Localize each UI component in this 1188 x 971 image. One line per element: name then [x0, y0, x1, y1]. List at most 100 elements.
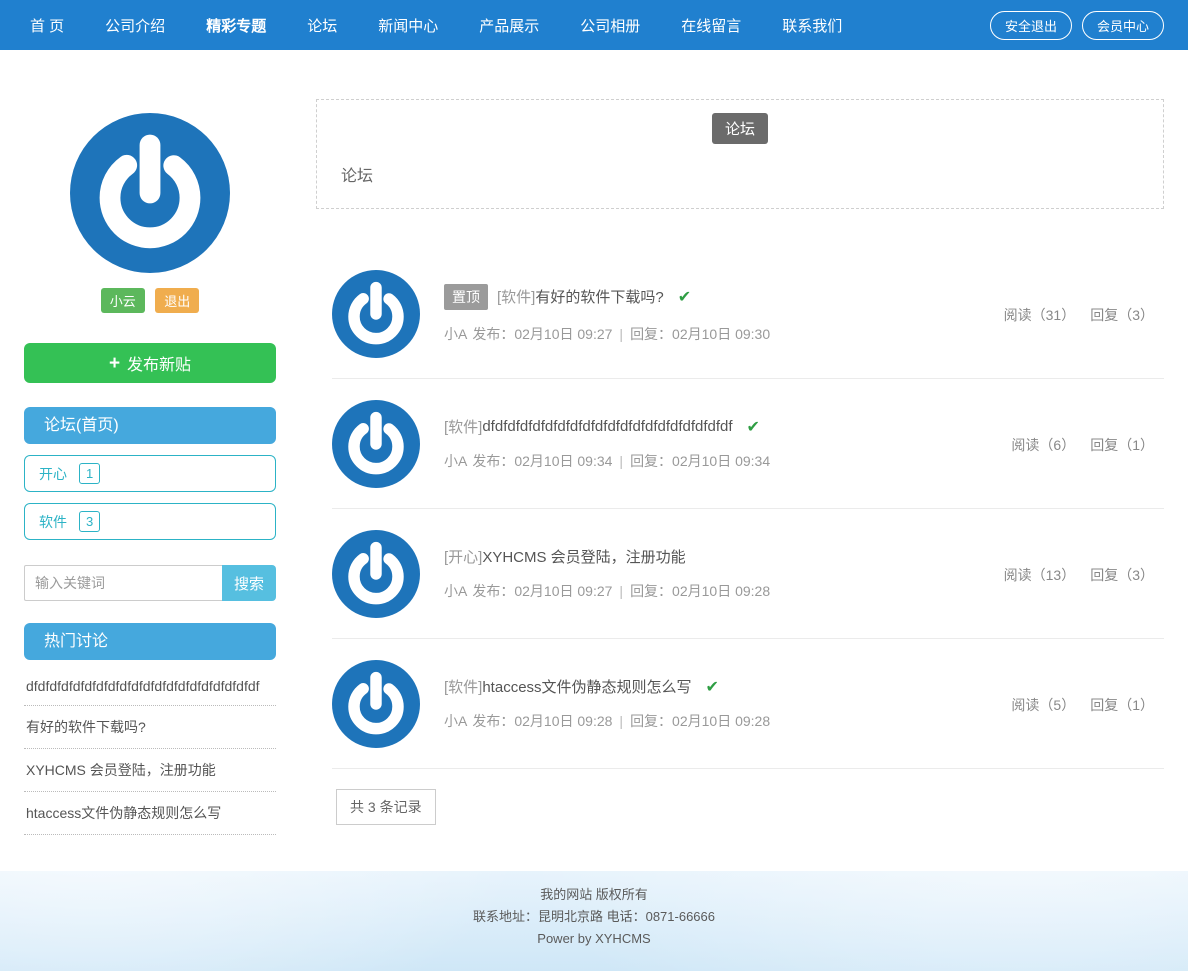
read-count: 阅读（13） [1003, 567, 1076, 583]
post-category: [开心] [444, 549, 483, 566]
nav-menu-item[interactable]: 论坛 [301, 15, 343, 36]
search-button[interactable]: 搜索 [222, 565, 276, 601]
page-content: 小云 退出 + 发布新贴 论坛(首页) 开心 1 软件 3 搜索 [24, 50, 1164, 835]
post-title-link[interactable]: dfdfdfdfdfdfdfdfdfdfdfdfdfdfdfdfdfdfdfdf [482, 418, 732, 435]
member-center-button[interactable]: 会员中心 [1081, 10, 1164, 40]
post-stats: 阅读（5） 回复（1） [1011, 695, 1154, 715]
reply-count: 回复（1） [1090, 697, 1154, 713]
post-category: [软件] [444, 419, 483, 436]
search-bar: 搜索 [24, 565, 276, 601]
post-stats: 阅读（13） 回复（3） [1004, 565, 1154, 585]
post-author: 小A [444, 713, 468, 729]
category-list: 开心 1 软件 3 [24, 455, 276, 540]
post-main: 置顶 [软件] 有好的软件下载吗? ✔ 小A 发布：02月10日 09:27 | 回复… [444, 283, 770, 344]
check-icon: ✔ [677, 288, 692, 306]
read-count: 阅读（5） [1011, 697, 1076, 713]
post-title-line: [软件] htaccess文件伪静态规则怎么写 ✔ [444, 676, 770, 697]
post-publish-time: 发布：02月10日 09:27 [472, 583, 613, 599]
hot-topic-item[interactable]: dfdfdfdfdfdfdfdfdfdfdfdfdfdfdfdfdfdfdfdf [24, 667, 276, 706]
post-author-avatar [332, 529, 420, 618]
post-meta: 小A 发布：02月10日 09:27 | 回复：02月10日 09:30 [444, 324, 770, 344]
post-author: 小A [444, 453, 468, 469]
meta-divider: | [619, 583, 624, 599]
post-title-link[interactable]: XYHCMS 会员登陆，注册功能 [482, 546, 685, 567]
reply-count: 回复（3） [1090, 307, 1154, 323]
post-publish-time: 发布：02月10日 09:27 [472, 325, 613, 342]
nav-account-actions: 安全退出 会员中心 [989, 10, 1164, 40]
nav-menu-item[interactable]: 公司介绍 [99, 15, 171, 36]
hot-topic-item[interactable]: 有好的软件下载吗? [24, 706, 276, 749]
post-main: [软件] dfdfdfdfdfdfdfdfdfdfdfdfdfdfdfdfdfd… [444, 416, 770, 471]
reply-count: 回复（3） [1090, 567, 1154, 583]
check-icon: ✔ [746, 418, 760, 436]
nav-menu-item[interactable]: 在线留言 [675, 15, 747, 36]
post-title-link[interactable]: htaccess文件伪静态规则怎么写 [482, 676, 691, 697]
post-main: [软件] htaccess文件伪静态规则怎么写 ✔ 小A 发布：02月10日 09… [444, 676, 770, 731]
post-publish-time: 发布：02月10日 09:34 [472, 453, 613, 469]
new-post-button-label: 发布新贴 [127, 357, 192, 374]
post-author: 小A [444, 583, 468, 599]
forum-tab: 论坛 [711, 113, 769, 144]
meta-divider: | [619, 453, 624, 469]
category-item[interactable]: 开心 1 [24, 455, 276, 492]
forum-header-box: 论坛 论坛 [316, 99, 1164, 209]
top-navbar: 首 页 公司介绍 精彩专题 论坛 新闻中心 产品展示 公司相册 在线留言 联系我… [0, 0, 1188, 50]
hot-topic-item[interactable]: XYHCMS 会员登陆，注册功能 [24, 749, 276, 792]
hot-topics-header: 热门讨论 [24, 623, 276, 660]
nav-menu-item[interactable]: 公司相册 [574, 15, 646, 36]
footer-line: 我的网站 版权所有 [540, 887, 648, 902]
nav-menu-item[interactable]: 新闻中心 [372, 15, 444, 36]
username-badge[interactable]: 小云 [100, 288, 145, 313]
post-publish-time: 发布：02月10日 09:28 [472, 713, 613, 729]
category-item[interactable]: 软件 3 [24, 503, 276, 540]
board-home-header[interactable]: 论坛(首页) [24, 407, 276, 444]
meta-divider: | [619, 713, 624, 729]
hot-topics-list: dfdfdfdfdfdfdfdfdfdfdfdfdfdfdfdfdfdfdfdf… [24, 667, 276, 835]
reply-count: 回复（1） [1090, 437, 1154, 453]
hot-topic-item[interactable]: htaccess文件伪静态规则怎么写 [24, 792, 276, 835]
forum-post-row[interactable]: [开心] XYHCMS 会员登陆，注册功能 小A 发布：02月10日 09:27 |… [332, 509, 1164, 639]
post-stats: 阅读（31） 回复（3） [1004, 305, 1154, 325]
logout-badge[interactable]: 退出 [155, 288, 200, 313]
pinned-badge: 置顶 [444, 283, 488, 310]
post-meta: 小A 发布：02月10日 09:27 | 回复：02月10日 09:28 [444, 581, 770, 601]
post-list: 置顶 [软件] 有好的软件下载吗? ✔ 小A 发布：02月10日 09:27 | 回复… [316, 249, 1164, 769]
footer-line: 联系地址：昆明北京路 电话：0871-66666 [472, 909, 715, 924]
category-count-badge: 1 [79, 463, 101, 484]
user-avatar-power-logo [70, 113, 230, 273]
new-post-button[interactable]: + 发布新贴 [24, 343, 276, 383]
nav-menu-item[interactable]: 产品展示 [473, 15, 545, 36]
record-count-box: 共 3 条记录 [336, 789, 436, 825]
post-category: [软件] [444, 679, 483, 696]
post-reply-time: 回复：02月10日 09:28 [630, 583, 771, 599]
category-count-badge: 3 [79, 511, 101, 532]
nav-menu-item[interactable]: 首 页 [24, 15, 70, 36]
plus-icon: + [108, 352, 121, 374]
read-count: 阅读（31） [1003, 307, 1076, 323]
post-reply-time: 回复：02月10日 09:34 [630, 453, 771, 469]
post-title-line: [开心] XYHCMS 会员登陆，注册功能 [444, 546, 770, 567]
safe-logout-button[interactable]: 安全退出 [989, 10, 1072, 40]
forum-post-row[interactable]: 置顶 [软件] 有好的软件下载吗? ✔ 小A 发布：02月10日 09:27 | 回复… [332, 249, 1164, 379]
post-stats: 阅读（6） 回复（1） [1011, 435, 1154, 455]
nav-menu-item[interactable]: 联系我们 [776, 15, 848, 36]
sidebar: 小云 退出 + 发布新贴 论坛(首页) 开心 1 软件 3 搜索 [24, 99, 276, 835]
forum-post-row[interactable]: [软件] htaccess文件伪静态规则怎么写 ✔ 小A 发布：02月10日 09… [332, 639, 1164, 769]
read-count: 阅读（6） [1011, 437, 1076, 453]
post-meta: 小A 发布：02月10日 09:28 | 回复：02月10日 09:28 [444, 711, 770, 731]
post-meta: 小A 发布：02月10日 09:34 | 回复：02月10日 09:34 [444, 451, 770, 471]
search-input[interactable] [24, 565, 222, 601]
check-icon: ✔ [705, 678, 719, 696]
post-title-line: 置顶 [软件] 有好的软件下载吗? ✔ [444, 283, 770, 310]
post-title-line: [软件] dfdfdfdfdfdfdfdfdfdfdfdfdfdfdfdfdfd… [444, 416, 770, 437]
user-badges: 小云 退出 [24, 288, 276, 313]
post-title-link[interactable]: 有好的软件下载吗? [535, 286, 663, 307]
page-footer: 我的网站 版权所有 联系地址：昆明北京路 电话：0871-66666 Power… [0, 871, 1188, 971]
forum-post-row[interactable]: [软件] dfdfdfdfdfdfdfdfdfdfdfdfdfdfdfdfdfd… [332, 379, 1164, 509]
category-name: 开心 [39, 465, 67, 482]
post-author-avatar [332, 659, 420, 748]
footer-line: Power by XYHCMS [537, 931, 651, 946]
category-name: 软件 [39, 513, 67, 530]
post-author-avatar [332, 269, 420, 358]
nav-menu-item[interactable]: 精彩专题 [200, 15, 272, 36]
